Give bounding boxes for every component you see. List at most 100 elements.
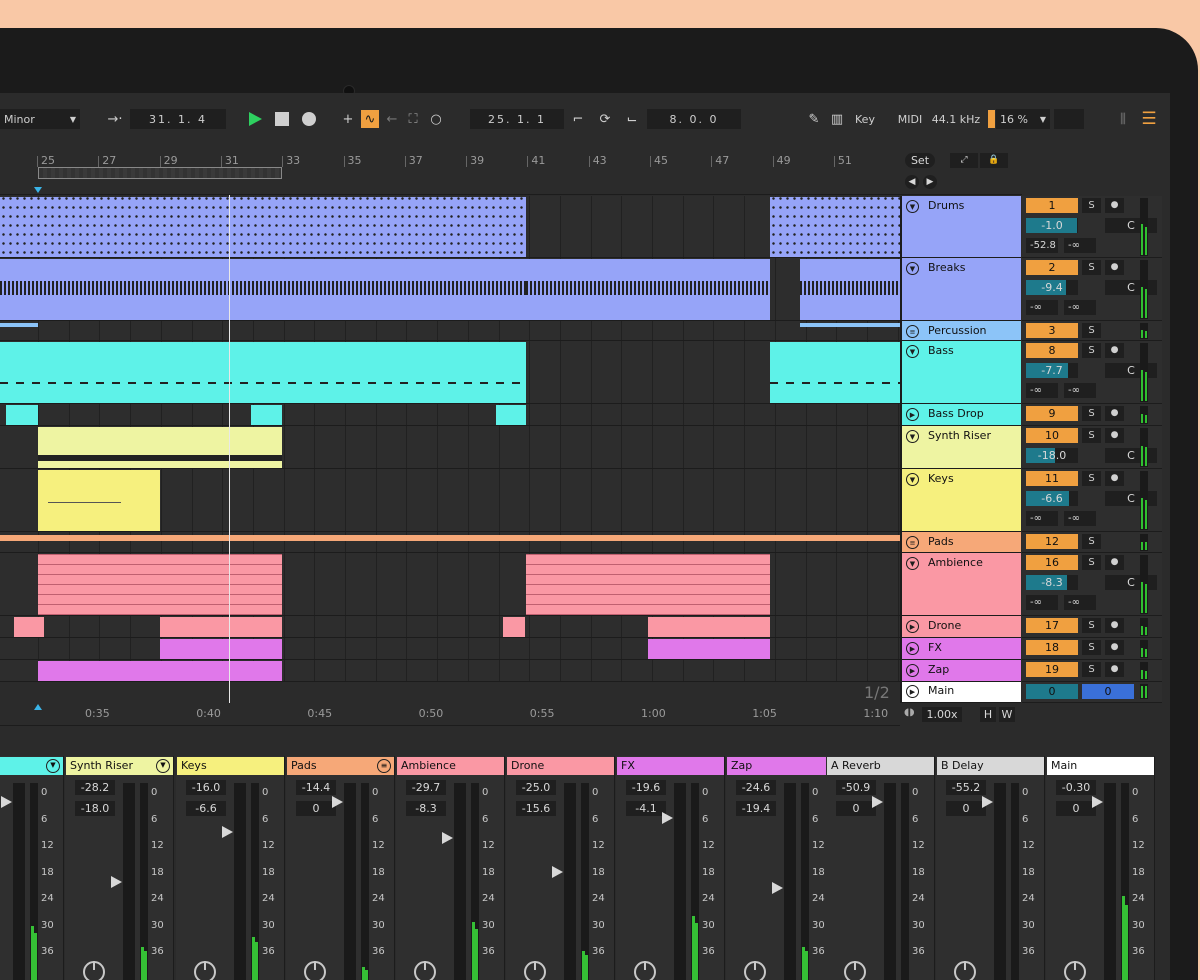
track-header-bass-drop[interactable]: ▶ Bass Drop <box>902 404 1021 426</box>
solo-button[interactable]: S <box>1082 343 1101 358</box>
fold-icon[interactable]: ▼ <box>906 473 919 486</box>
fader-handle[interactable] <box>772 882 783 894</box>
track-lane-synth-riser[interactable] <box>0 426 900 469</box>
pan-knob[interactable] <box>524 961 546 980</box>
arm-icon[interactable]: ● <box>1105 662 1124 677</box>
channel-title[interactable]: FX <box>617 757 724 775</box>
pan-field[interactable]: C <box>1105 448 1157 463</box>
track-header-bass[interactable]: ▼ Bass <box>902 341 1021 404</box>
group-icon[interactable]: ≡ <box>906 325 919 338</box>
pan-knob[interactable] <box>954 961 976 980</box>
track-activator[interactable]: 17 <box>1026 618 1078 633</box>
clip[interactable] <box>496 405 526 425</box>
back-to-arrangement-icon[interactable]: ← <box>383 110 401 128</box>
group-icon[interactable]: ≡ <box>906 536 919 549</box>
clip[interactable] <box>503 617 525 637</box>
punch-in-icon[interactable]: ⌐ <box>569 110 587 128</box>
send-a-field[interactable]: -∞ <box>1026 595 1058 610</box>
channel-title[interactable]: rop▼ <box>0 757 63 775</box>
volume-field[interactable]: 0 <box>296 801 336 816</box>
play-icon[interactable]: ▶ <box>906 642 919 655</box>
volume-field[interactable]: 0 <box>836 801 876 816</box>
arm-icon[interactable]: ● <box>1105 428 1124 443</box>
fader-handle[interactable] <box>662 812 673 824</box>
arm-icon[interactable]: ● <box>1105 260 1124 275</box>
track-activator[interactable]: 1 <box>1026 198 1078 213</box>
arrangement-view[interactable] <box>0 196 900 703</box>
arm-icon[interactable]: ● <box>1105 471 1124 486</box>
send-b-field[interactable]: -∞ <box>1064 383 1096 398</box>
clip[interactable] <box>526 554 770 615</box>
pan-knob[interactable] <box>744 961 766 980</box>
punch-out-icon[interactable]: ⌙ <box>623 110 641 128</box>
pan-knob[interactable] <box>634 961 656 980</box>
clip[interactable] <box>526 259 770 320</box>
fold-icon[interactable]: ▼ <box>906 262 919 275</box>
clip[interactable] <box>38 470 160 531</box>
volume-fader[interactable] <box>234 783 246 980</box>
fold-icon[interactable]: ▼ <box>906 430 919 443</box>
record-icon[interactable] <box>300 110 318 128</box>
set-button[interactable]: Set <box>905 153 935 168</box>
track-activator[interactable]: 9 <box>1026 406 1078 421</box>
clip[interactable] <box>251 405 282 425</box>
fold-icon[interactable]: ▼ <box>906 345 919 358</box>
track-activator[interactable]: 11 <box>1026 471 1078 486</box>
pan-knob[interactable] <box>304 961 326 980</box>
volume-fader[interactable] <box>13 783 25 980</box>
scale-select[interactable]: Minor ▼ <box>0 109 80 129</box>
arm-icon[interactable]: ● <box>1105 555 1124 570</box>
fader-handle[interactable] <box>552 866 563 878</box>
clip[interactable] <box>648 617 770 637</box>
track-header-percussion[interactable]: ≡ Percussion <box>902 321 1021 341</box>
channel-title[interactable]: A Reverb <box>827 757 934 775</box>
track-lane-zap[interactable] <box>0 660 900 682</box>
send-a-field[interactable]: -∞ <box>1026 300 1058 315</box>
clip[interactable] <box>160 617 282 637</box>
w-button[interactable]: W <box>999 707 1015 722</box>
clip[interactable] <box>38 554 282 615</box>
keyboard-icon[interactable]: ▥ <box>828 110 846 128</box>
send-a-field[interactable]: -∞ <box>1026 383 1058 398</box>
track-lane-bass[interactable] <box>0 341 900 404</box>
play-icon[interactable]: ▶ <box>906 685 919 698</box>
position-display[interactable]: 31. 1. 4 <box>130 109 226 129</box>
clip[interactable] <box>648 639 770 659</box>
fader-handle[interactable] <box>1 796 12 808</box>
volume-field[interactable]: -8.3 <box>406 801 446 816</box>
solo-button[interactable]: S <box>1082 471 1101 486</box>
solo-button[interactable]: S <box>1082 534 1101 549</box>
clip[interactable] <box>14 617 44 637</box>
play-icon[interactable]: ▶ <box>906 664 919 677</box>
arm-icon[interactable]: ● <box>1105 406 1124 421</box>
volume-fader[interactable] <box>344 783 356 980</box>
pan-knob[interactable] <box>83 961 105 980</box>
loop-brace[interactable] <box>38 167 282 179</box>
track-activator[interactable]: 18 <box>1026 640 1078 655</box>
play-icon[interactable]: ▶ <box>906 408 919 421</box>
arm-icon[interactable]: ● <box>1105 198 1124 213</box>
pan-knob[interactable] <box>194 961 216 980</box>
solo-button[interactable]: S <box>1082 640 1101 655</box>
pan-knob[interactable] <box>1064 961 1086 980</box>
waveform-icon[interactable]: ◖◗ <box>904 707 915 718</box>
follow-icon[interactable]: →· <box>106 110 124 128</box>
fold-icon[interactable]: ▼ <box>46 759 60 773</box>
fader-handle[interactable] <box>442 832 453 844</box>
send-b-field[interactable]: -∞ <box>1064 238 1096 253</box>
clip[interactable] <box>160 639 282 659</box>
clip[interactable] <box>800 323 900 327</box>
pan-field[interactable]: C <box>1105 363 1157 378</box>
loop-start-display[interactable]: 25. 1. 1 <box>470 109 564 129</box>
volume-fader[interactable] <box>1104 783 1116 980</box>
track-activator[interactable]: 8 <box>1026 343 1078 358</box>
session-record-icon[interactable]: ○ <box>427 110 445 128</box>
send-b-field[interactable]: -∞ <box>1064 595 1096 610</box>
start-marker[interactable] <box>34 187 42 193</box>
fader-handle[interactable] <box>222 826 233 838</box>
track-lane-drone[interactable] <box>0 616 900 638</box>
loop-length-display[interactable]: 8. 0. 0 <box>647 109 741 129</box>
pan-knob[interactable] <box>844 961 866 980</box>
channel-title[interactable]: Drone <box>507 757 614 775</box>
main-send-b[interactable]: 0 <box>1082 684 1134 699</box>
